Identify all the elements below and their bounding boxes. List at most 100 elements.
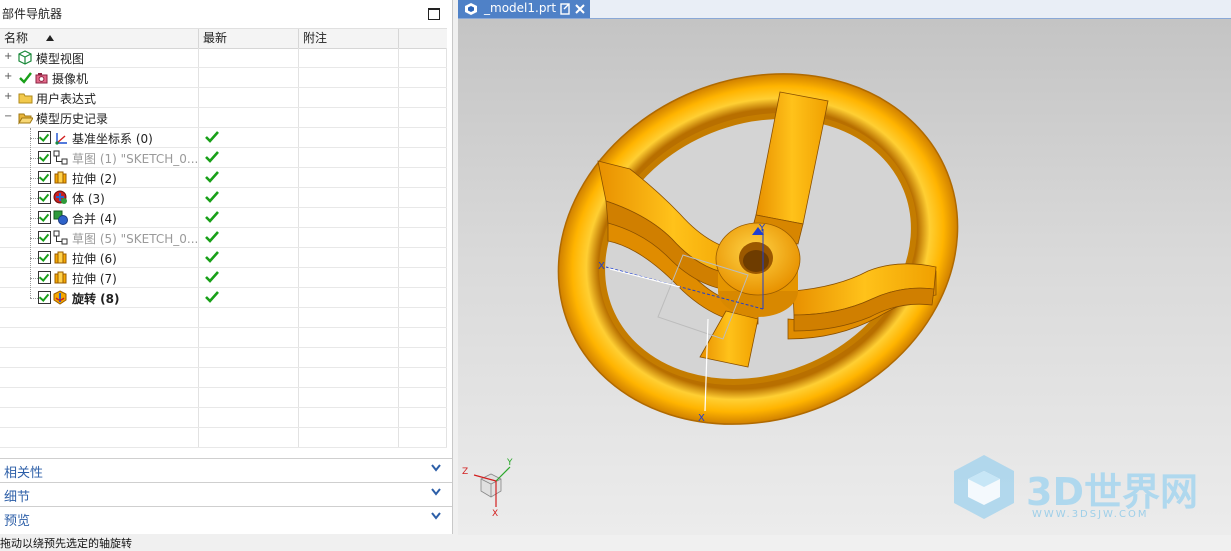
visibility-checkbox[interactable]: [38, 211, 51, 224]
up-to-date-check-icon: [205, 251, 219, 263]
feature-label: 拉伸 (6): [72, 252, 117, 266]
tree-connector: [30, 128, 31, 298]
table-row[interactable]: 草图 (1) "SKETCH_0...: [0, 148, 447, 168]
tree-connector: [30, 158, 38, 159]
section-preview[interactable]: 预览: [0, 506, 452, 529]
tree-node-label: 摄像机: [52, 72, 89, 86]
visibility-checkbox[interactable]: [38, 231, 51, 244]
feature-label: 旋转 (8): [72, 292, 120, 306]
expand-icon[interactable]: +: [4, 52, 12, 62]
table-row[interactable]: − 模型历史记录: [0, 108, 447, 128]
table-row: [0, 368, 447, 388]
sketch-icon: [53, 230, 68, 245]
table-row[interactable]: 体 (3): [0, 188, 447, 208]
visibility-checkbox[interactable]: [38, 271, 51, 284]
table-row[interactable]: 拉伸 (7): [0, 268, 447, 288]
extrude-icon: [54, 251, 67, 264]
table-row[interactable]: + 摄像机: [0, 68, 447, 88]
expand-icon[interactable]: +: [4, 92, 12, 102]
table-row[interactable]: + 模型视图: [0, 48, 447, 68]
feature-label: 拉伸 (7): [72, 272, 117, 286]
table-row[interactable]: + 用户表达式: [0, 88, 447, 108]
column-header: 名称 最新 附注: [0, 28, 447, 49]
table-row: [0, 388, 447, 408]
tree-node-label: 用户表达式: [36, 92, 97, 106]
up-to-date-check-icon: [205, 191, 219, 203]
section-details[interactable]: 细节: [0, 482, 452, 505]
tree-connector: [30, 278, 38, 279]
part-file-icon: [465, 3, 477, 15]
graphics-window[interactable]: Y X X Y Z X 3D世界网 WWW.3DSJW.COM: [458, 19, 1231, 535]
tree-connector: [30, 218, 38, 219]
visibility-checkbox[interactable]: [38, 131, 51, 144]
table-row: [0, 408, 447, 428]
tree-connector: [30, 238, 38, 239]
triad-x-label: X: [492, 509, 498, 519]
collapse-icon[interactable]: −: [4, 112, 12, 122]
chevron-down-icon: [431, 512, 441, 520]
unite-icon: [53, 210, 68, 225]
table-row: [0, 428, 447, 448]
feature-label: 草图 (5) "SKETCH_0...: [72, 232, 199, 246]
up-to-date-check-icon: [205, 211, 219, 223]
tree-connector: [30, 258, 38, 259]
expand-icon[interactable]: +: [4, 72, 12, 82]
table-row[interactable]: 拉伸 (6): [0, 248, 447, 268]
triad-y-label: Y: [506, 458, 513, 468]
tab-model1[interactable]: _model1.prt: [458, 0, 590, 18]
table-row[interactable]: 旋转 (8): [0, 288, 447, 308]
folder-icon: [18, 93, 33, 104]
tree-node-label: 模型历史记录: [36, 112, 109, 126]
view-triad[interactable]: Y Z X: [462, 458, 513, 519]
visibility-checkbox[interactable]: [38, 171, 51, 184]
watermark-url: WWW.3DSJW.COM: [1032, 509, 1149, 520]
tree-connector: [30, 198, 38, 199]
table-row: [0, 328, 447, 348]
column-note[interactable]: 附注: [299, 29, 399, 48]
tab-label: _model1.prt: [484, 1, 557, 15]
visibility-checkbox[interactable]: [38, 151, 51, 164]
column-name[interactable]: 名称: [0, 29, 199, 48]
handwheel-model[interactable]: Y X X Y Z X: [458, 19, 1231, 535]
up-to-date-check-icon: [205, 131, 219, 143]
extrude-icon: [54, 271, 67, 284]
feature-label: 体 (3): [72, 192, 105, 206]
tree-connector: [30, 138, 38, 139]
model-views-icon: [18, 50, 32, 65]
sort-ascending-icon: [46, 35, 54, 41]
feature-label: 草图 (1) "SKETCH_0...: [72, 152, 199, 166]
up-to-date-check-icon: [205, 291, 219, 303]
maximize-icon[interactable]: [428, 8, 440, 20]
tree-node-label: 模型视图: [36, 52, 85, 66]
datum-x-label: X: [598, 261, 605, 272]
visibility-checkbox[interactable]: [38, 291, 51, 304]
status-text: 拖动以绕预先选定的轴旋转: [0, 537, 132, 550]
table-row[interactable]: 草图 (5) "SKETCH_0...: [0, 228, 447, 248]
table-row: [0, 348, 447, 368]
close-icon[interactable]: [575, 4, 585, 14]
navigator-title: 部件导航器: [2, 7, 63, 21]
table-row[interactable]: 合并 (4): [0, 208, 447, 228]
revolve-icon: [53, 290, 67, 305]
modified-icon[interactable]: [560, 3, 571, 15]
column-latest[interactable]: 最新: [199, 29, 299, 48]
up-to-date-check-icon: [205, 151, 219, 163]
extrude-icon: [54, 171, 67, 184]
section-dependencies[interactable]: 相关性: [0, 458, 452, 481]
green-check-icon: [19, 72, 32, 84]
visibility-checkbox[interactable]: [38, 251, 51, 264]
table-row[interactable]: 拉伸 (2): [0, 168, 447, 188]
table-row[interactable]: 基准坐标系 (0): [0, 128, 447, 148]
visibility-checkbox[interactable]: [38, 191, 51, 204]
up-to-date-check-icon: [205, 271, 219, 283]
up-to-date-check-icon: [205, 171, 219, 183]
tree-connector: [30, 298, 38, 299]
open-folder-icon: [18, 113, 33, 125]
datum-y-label: Y: [758, 223, 766, 234]
up-to-date-check-icon: [205, 231, 219, 243]
table-row: [0, 308, 447, 328]
chevron-down-icon: [431, 464, 441, 472]
datum-x-neg-label: X: [698, 413, 705, 424]
datum-csys-icon: [55, 133, 67, 145]
tab-bar: _model1.prt: [458, 0, 1231, 19]
